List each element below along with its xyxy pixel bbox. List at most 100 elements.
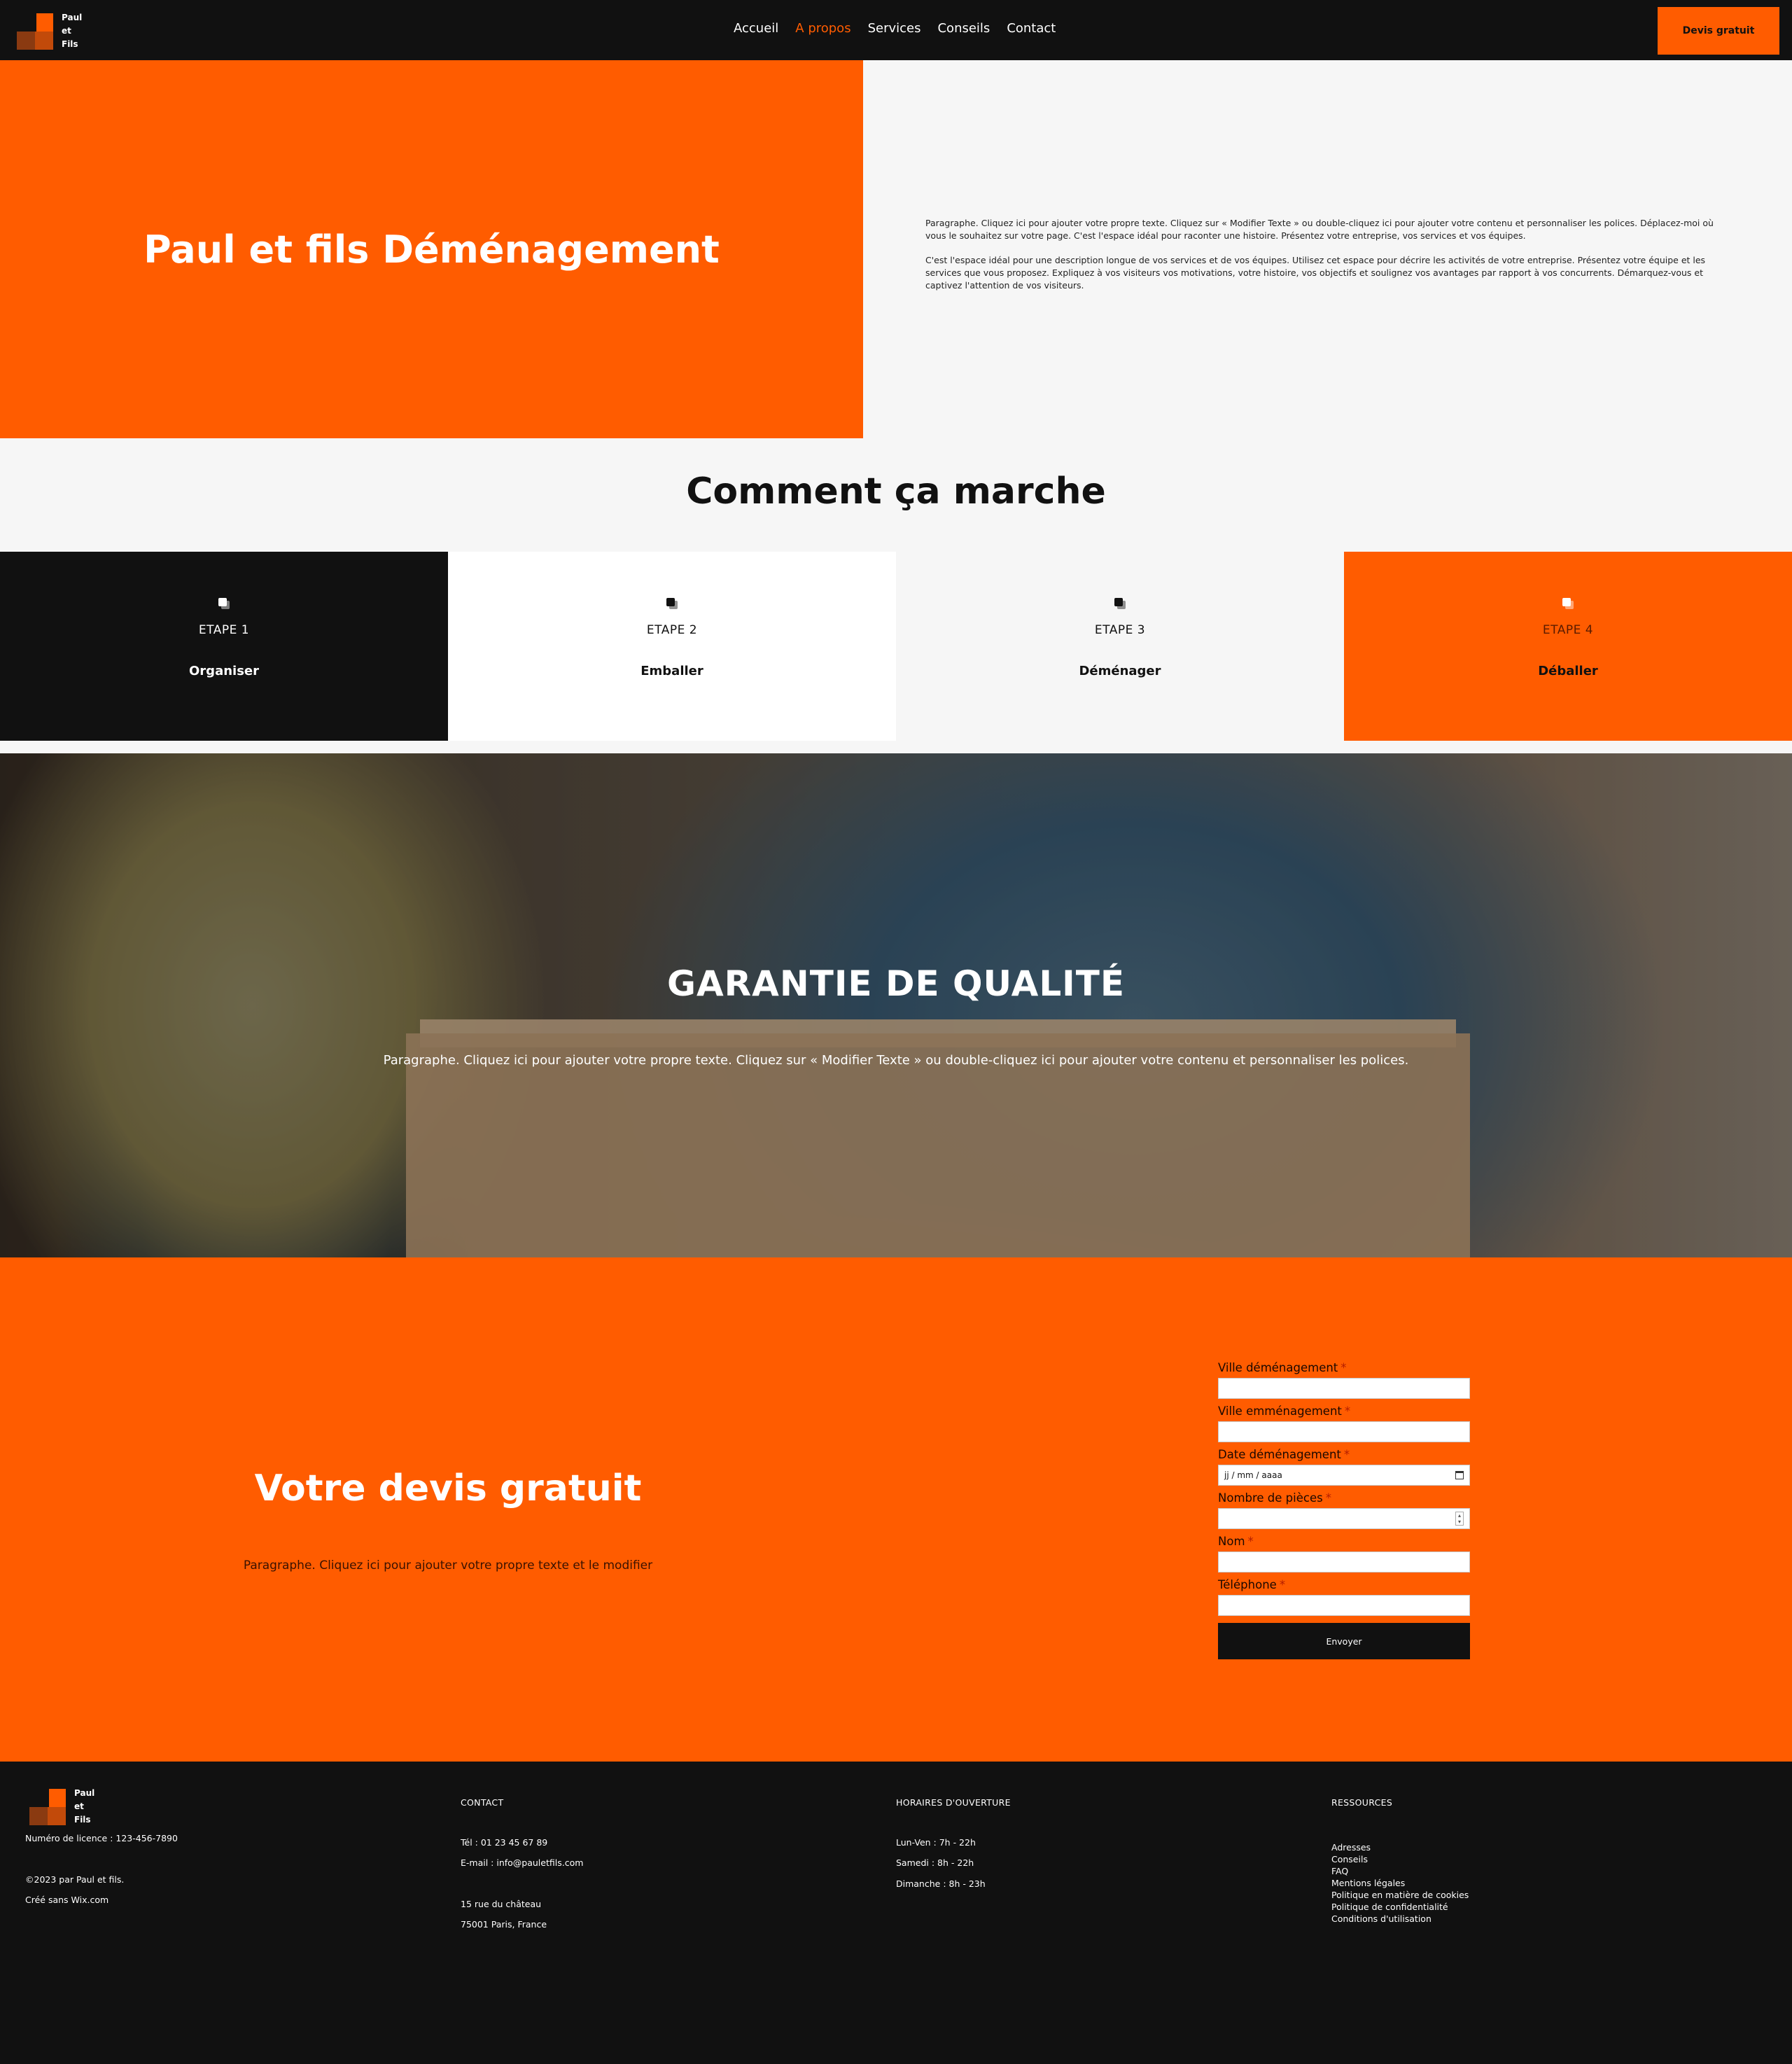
step-number: ETAPE 2 bbox=[646, 623, 698, 637]
step-number: ETAPE 4 bbox=[1542, 623, 1594, 637]
steps-title: Comment ça marche bbox=[686, 470, 1106, 512]
quality-banner: GARANTIE DE QUALITÉ Paragraphe. Cliquez … bbox=[0, 753, 1792, 1257]
step-number: ETAPE 1 bbox=[198, 623, 250, 637]
quality-paragraph: Paragraphe. Cliquez ici pour ajouter vot… bbox=[383, 1053, 1409, 1068]
address-line: 15 rue du château bbox=[461, 1899, 542, 1909]
hero-paragraph-1: Paragraphe. Cliquez ici pour ajouter vot… bbox=[925, 218, 1714, 241]
logo-text: Paul et Fils bbox=[74, 1787, 94, 1827]
field-date-demenagement: Date déménagement * jj / mm / aaaa bbox=[1218, 1448, 1470, 1491]
quote-section: Votre devis gratuit Paragraphe. Cliquez … bbox=[0, 1257, 1792, 1762]
step-icon bbox=[1114, 598, 1126, 609]
resource-link[interactable]: Politique en matière de cookies bbox=[1331, 1889, 1469, 1901]
resources-heading: RESSOURCES bbox=[1331, 1797, 1393, 1808]
hero-paragraph-2: C'est l'espace idéal pour une descriptio… bbox=[925, 255, 1706, 291]
quote-form: Ville déménagement * Ville emménagement * … bbox=[1218, 1361, 1470, 1659]
step-card: ETAPE 1 Organiser bbox=[0, 552, 448, 741]
step-name: Déballer bbox=[1538, 664, 1598, 678]
logo-line: et bbox=[74, 1801, 84, 1811]
step-icon bbox=[218, 598, 230, 609]
step-name: Emballer bbox=[640, 664, 704, 678]
date-demenagement-input[interactable]: jj / mm / aaaa bbox=[1218, 1465, 1470, 1486]
free-quote-button[interactable]: Devis gratuit bbox=[1658, 7, 1779, 55]
ville-demenagement-input[interactable] bbox=[1218, 1378, 1470, 1399]
banner-overlay bbox=[0, 753, 1792, 1257]
copyright: ©2023 par Paul et fils. bbox=[25, 1874, 125, 1885]
number-spinner-icon[interactable]: ▴ ▾ bbox=[1455, 1512, 1464, 1526]
contact-phone: Tél : 01 23 45 67 89 bbox=[461, 1837, 548, 1848]
nav-contact[interactable]: Contact bbox=[1007, 21, 1056, 36]
required-marker: * bbox=[1247, 1535, 1254, 1548]
required-marker: * bbox=[1340, 1361, 1347, 1374]
calendar-icon[interactable] bbox=[1455, 1471, 1464, 1479]
logo[interactable]: Paul et Fils bbox=[17, 11, 82, 51]
logo-text: Paul et Fils bbox=[62, 11, 82, 51]
step-icon bbox=[666, 598, 678, 609]
logo-line: Fils bbox=[74, 1815, 91, 1825]
step-number: ETAPE 3 bbox=[1094, 623, 1146, 637]
field-ville-emmenagement: Ville emménagement * bbox=[1218, 1404, 1470, 1448]
field-label: Ville emménagement * bbox=[1218, 1404, 1470, 1421]
resource-link[interactable]: FAQ bbox=[1331, 1865, 1469, 1877]
logo-line: Paul bbox=[74, 1788, 95, 1798]
field-label-text: Téléphone bbox=[1218, 1578, 1277, 1591]
resources-list: Adresses Conseils FAQ Mentions légales P… bbox=[1331, 1841, 1469, 1925]
field-label: Ville déménagement * bbox=[1218, 1361, 1470, 1378]
created-with: Créé sans Wix.com bbox=[25, 1895, 109, 1905]
logo-line: et bbox=[62, 26, 71, 36]
nav-accueil[interactable]: Accueil bbox=[734, 21, 778, 36]
required-marker: * bbox=[1325, 1491, 1331, 1505]
hours-line: Lun-Ven : 7h - 22h bbox=[896, 1837, 976, 1848]
hours-line: Dimanche : 8h - 23h bbox=[896, 1878, 986, 1889]
main-nav: Accueil A propos Services Conseils Conta… bbox=[734, 21, 1056, 36]
resource-link[interactable]: Mentions légales bbox=[1331, 1877, 1469, 1889]
hero-title: Paul et fils Déménagement bbox=[144, 227, 720, 272]
nav-a-propos[interactable]: A propos bbox=[795, 21, 850, 36]
address-line: 75001 Paris, France bbox=[461, 1919, 547, 1930]
ville-emmenagement-input[interactable] bbox=[1218, 1421, 1470, 1442]
site-header: Paul et Fils Accueil A propos Services C… bbox=[0, 0, 1792, 60]
quote-title: Votre devis gratuit bbox=[254, 1467, 642, 1509]
logo-line: Paul bbox=[62, 13, 83, 22]
hours-heading: HORAIRES D'OUVERTURE bbox=[896, 1797, 1011, 1808]
logo-line: Fils bbox=[62, 39, 78, 49]
field-telephone: Téléphone * bbox=[1218, 1578, 1470, 1622]
field-nom: Nom * bbox=[1218, 1535, 1470, 1578]
required-marker: * bbox=[1279, 1578, 1286, 1591]
license-number: Numéro de licence : 123-456-7890 bbox=[25, 1833, 178, 1843]
field-label-text: Ville déménagement bbox=[1218, 1361, 1338, 1374]
quote-paragraph: Paragraphe. Cliquez ici pour ajouter vot… bbox=[243, 1559, 653, 1573]
required-marker: * bbox=[1344, 1404, 1351, 1418]
resource-link[interactable]: Politique de confidentialité bbox=[1331, 1901, 1469, 1913]
resource-link[interactable]: Conditions d'utilisation bbox=[1331, 1913, 1469, 1925]
footer-logo[interactable]: Paul et Fils bbox=[29, 1787, 94, 1827]
nav-services[interactable]: Services bbox=[868, 21, 921, 36]
step-card: ETAPE 2 Emballer bbox=[448, 552, 896, 741]
quality-title: GARANTIE DE QUALITÉ bbox=[666, 963, 1126, 1004]
nom-input[interactable] bbox=[1218, 1552, 1470, 1573]
contact-email[interactable]: E-mail : info@pauletfils.com bbox=[461, 1857, 583, 1868]
telephone-input[interactable] bbox=[1218, 1595, 1470, 1616]
field-label-text: Date déménagement bbox=[1218, 1448, 1341, 1461]
logo-mark bbox=[29, 1788, 66, 1825]
resource-link[interactable]: Conseils bbox=[1331, 1853, 1469, 1865]
field-nombre-pieces: Nombre de pièces * ▴ ▾ bbox=[1218, 1491, 1470, 1535]
step-icon bbox=[1562, 598, 1574, 609]
step-name: Organiser bbox=[189, 664, 259, 678]
field-label: Nom * bbox=[1218, 1535, 1470, 1552]
date-placeholder: jj / mm / aaaa bbox=[1224, 1470, 1282, 1480]
logo-mark bbox=[17, 13, 53, 50]
field-label-text: Ville emménagement bbox=[1218, 1404, 1342, 1418]
field-ville-demenagement: Ville déménagement * bbox=[1218, 1361, 1470, 1404]
nombre-pieces-input[interactable]: ▴ ▾ bbox=[1218, 1508, 1470, 1529]
hero-description: Paragraphe. Cliquez ici pour ajouter vot… bbox=[925, 217, 1730, 292]
field-label-text: Nom bbox=[1218, 1535, 1245, 1548]
field-label: Date déménagement * bbox=[1218, 1448, 1470, 1465]
hours-line: Samedi : 8h - 22h bbox=[896, 1857, 974, 1868]
resource-link[interactable]: Adresses bbox=[1331, 1841, 1469, 1853]
required-marker: * bbox=[1343, 1448, 1350, 1461]
steps-row: ETAPE 1 Organiser ETAPE 2 Emballer ETAPE… bbox=[0, 552, 1792, 741]
field-label: Téléphone * bbox=[1218, 1578, 1470, 1595]
submit-button[interactable]: Envoyer bbox=[1218, 1623, 1470, 1659]
nav-conseils[interactable]: Conseils bbox=[937, 21, 990, 36]
contact-heading: CONTACT bbox=[461, 1797, 504, 1808]
